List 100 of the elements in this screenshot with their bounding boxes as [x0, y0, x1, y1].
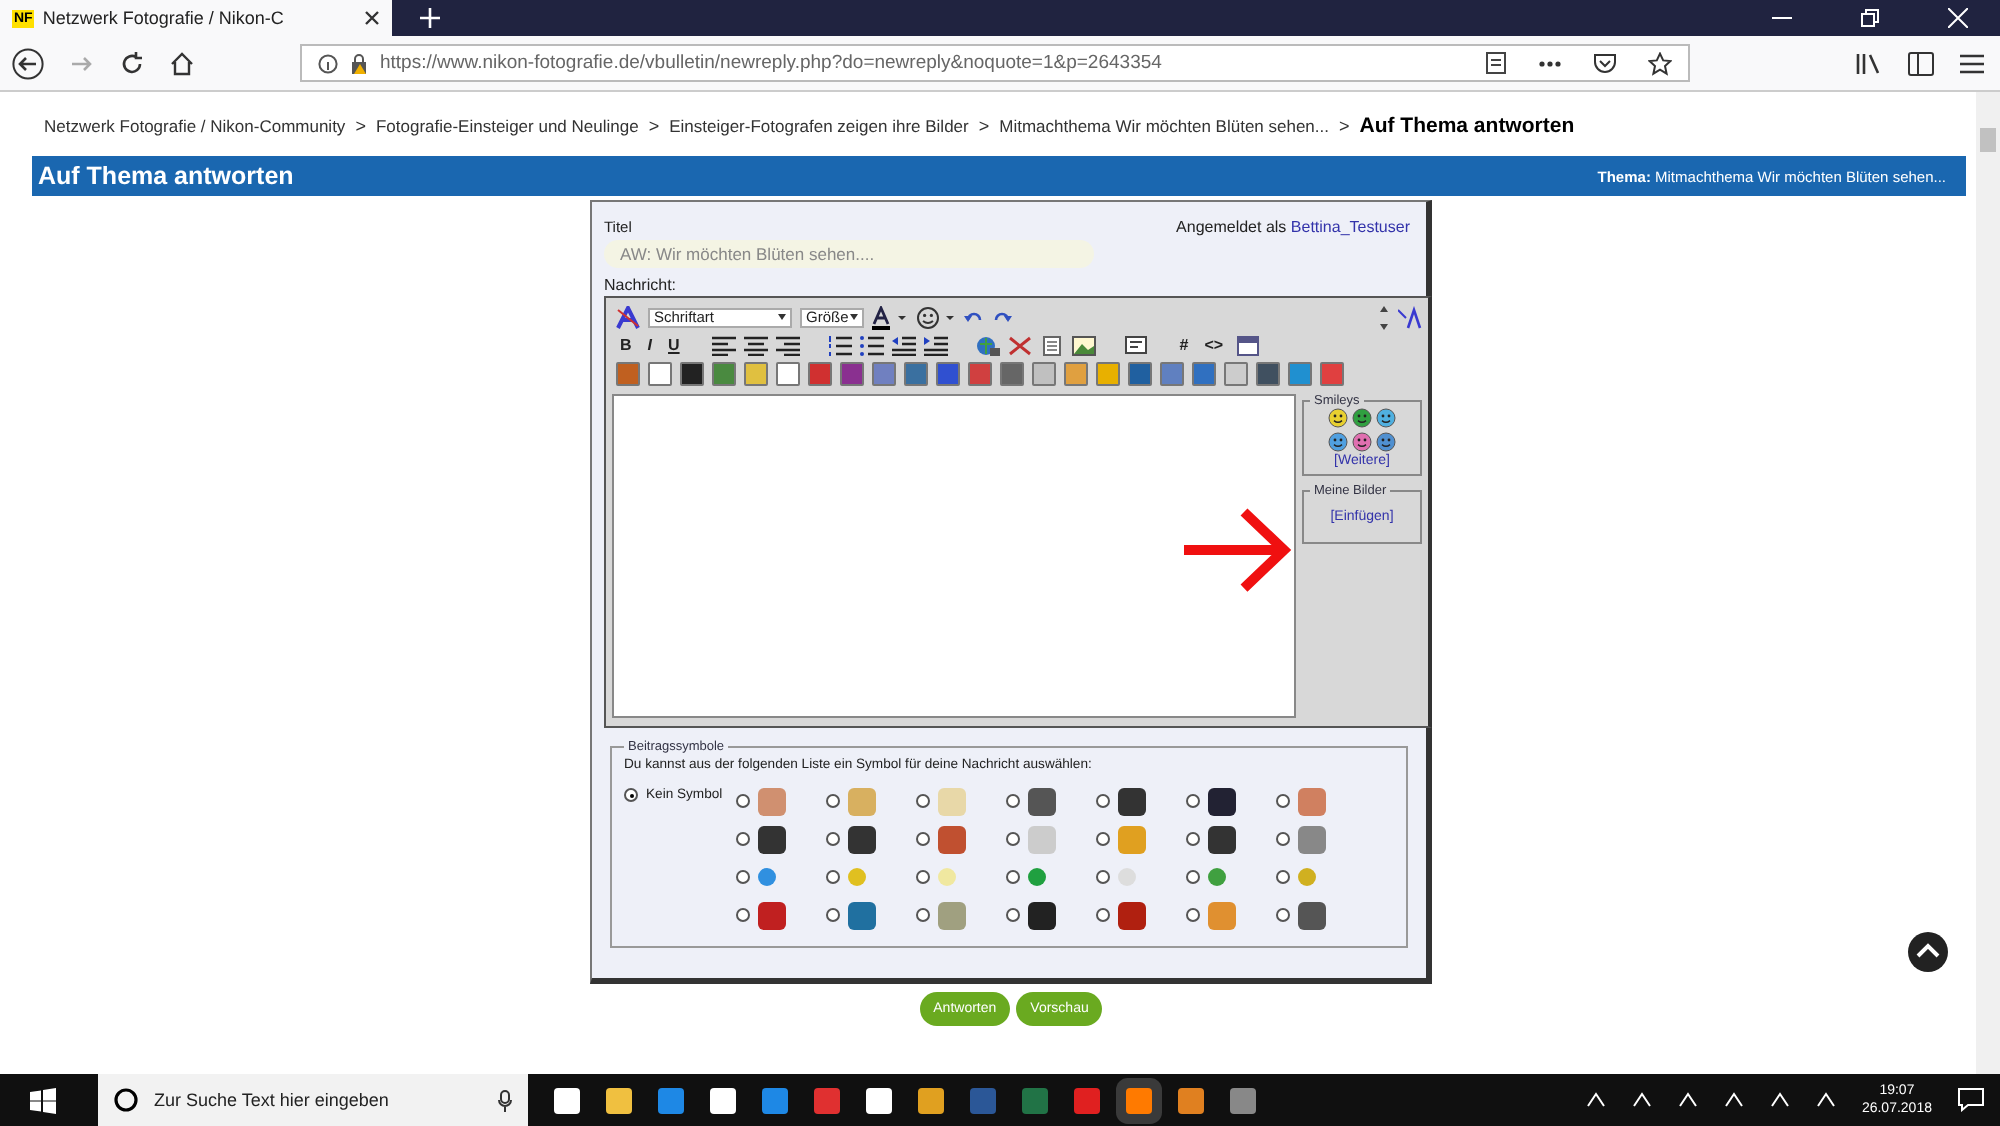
- remove-format-icon[interactable]: [1398, 305, 1422, 329]
- library-icon[interactable]: [1856, 51, 1882, 75]
- radio-button[interactable]: [916, 908, 930, 922]
- undo-icon[interactable]: [964, 307, 984, 327]
- bookmark-star-icon[interactable]: [1648, 51, 1672, 75]
- radio-button[interactable]: [1096, 794, 1110, 808]
- restore-icon[interactable]: [1860, 8, 1880, 28]
- windows-start-icon[interactable]: [30, 1087, 56, 1113]
- radio-button[interactable]: [736, 794, 750, 808]
- code-button[interactable]: #: [1175, 336, 1193, 354]
- radio-button[interactable]: [1276, 908, 1290, 922]
- symbol-icon: [1298, 868, 1316, 886]
- radio-button[interactable]: [1006, 908, 1020, 922]
- radio-button[interactable]: [624, 788, 638, 802]
- back-icon[interactable]: [12, 47, 44, 79]
- radio-button[interactable]: [736, 832, 750, 846]
- smiley-icon[interactable]: [1328, 432, 1348, 452]
- radio-button[interactable]: [826, 832, 840, 846]
- scrollbar[interactable]: [1976, 92, 2000, 1074]
- radio-button[interactable]: [826, 908, 840, 922]
- close-icon[interactable]: [364, 10, 380, 26]
- globe-link-icon[interactable]: [975, 335, 1000, 355]
- radio-button[interactable]: [1186, 870, 1200, 884]
- smiley-icon[interactable]: [1328, 408, 1348, 428]
- more-icon[interactable]: [1538, 59, 1562, 67]
- radio-button[interactable]: [826, 870, 840, 884]
- radio-button[interactable]: [916, 832, 930, 846]
- insert-media-icon[interactable]: [1256, 361, 1280, 385]
- taskbar-search-field[interactable]: Zur Suche Text hier eingeben: [98, 1074, 528, 1126]
- new-tab-icon[interactable]: [420, 8, 440, 28]
- format-button[interactable]: I: [643, 336, 657, 354]
- user-link[interactable]: Bettina_Testuser: [1290, 218, 1410, 236]
- redo-icon[interactable]: [992, 307, 1012, 327]
- radio-button[interactable]: [1276, 832, 1290, 846]
- home-icon[interactable]: [170, 51, 194, 75]
- radio-button[interactable]: [1186, 794, 1200, 808]
- taskbar-app-icon[interactable]: [1178, 1087, 1204, 1113]
- radio-button[interactable]: [826, 794, 840, 808]
- radio-button[interactable]: [1006, 870, 1020, 884]
- radio-button[interactable]: [1186, 832, 1200, 846]
- format-button[interactable]: U: [664, 336, 684, 354]
- radio-button[interactable]: [1096, 908, 1110, 922]
- text-color-icon[interactable]: [872, 305, 908, 329]
- code-button[interactable]: <>: [1200, 336, 1228, 354]
- php-code-icon[interactable]: [1235, 335, 1260, 355]
- message-field[interactable]: [612, 394, 1296, 718]
- taskbar-app-icon[interactable]: [554, 1087, 580, 1113]
- taskbar-app-icon[interactable]: [918, 1087, 944, 1113]
- radio-button[interactable]: [916, 794, 930, 808]
- breadcrumb-link[interactable]: Einsteiger-Fotografen zeigen ihre Bilder: [669, 116, 969, 136]
- smiley-icon[interactable]: [1352, 432, 1372, 452]
- chevron-up-icon[interactable]: [1631, 1090, 1652, 1110]
- info-icon: [318, 53, 338, 73]
- quote-icon[interactable]: [1123, 335, 1148, 355]
- bullet-list-icon[interactable]: [859, 335, 884, 355]
- menu-icon[interactable]: [1960, 53, 1984, 73]
- insert-media-icon[interactable]: [840, 361, 864, 385]
- pocket-icon[interactable]: [1594, 53, 1616, 73]
- radio-button[interactable]: [736, 870, 750, 884]
- format-button[interactable]: B: [616, 336, 636, 354]
- numbered-list-icon[interactable]: [827, 335, 852, 355]
- breadcrumb-link[interactable]: Netzwerk Fotografie / Nikon-Community: [44, 116, 346, 136]
- align-left-icon[interactable]: [711, 335, 736, 355]
- radio-button[interactable]: [1096, 870, 1110, 884]
- symbol-icon: [1028, 901, 1056, 929]
- taskbar-app-icon[interactable]: [710, 1087, 736, 1113]
- radio-button[interactable]: [1276, 794, 1290, 808]
- radio-button[interactable]: [1096, 832, 1110, 846]
- align-center-icon[interactable]: [743, 335, 768, 355]
- image-icon[interactable]: [1071, 335, 1096, 355]
- address-bar[interactable]: https://www.nikon-fotografie.de/vbulletin/newreply.php?do=newreply&noquote=1&p=2643354: [300, 44, 1690, 82]
- outdent-icon[interactable]: [891, 335, 916, 355]
- taskbar-app-icon[interactable]: [866, 1087, 892, 1113]
- radio-button[interactable]: [1006, 832, 1020, 846]
- document-icon[interactable]: [1039, 335, 1064, 355]
- radio-button[interactable]: [916, 870, 930, 884]
- radio-button[interactable]: [1006, 794, 1020, 808]
- notifications-icon[interactable]: [1958, 1088, 1984, 1112]
- radio-button[interactable]: [736, 908, 750, 922]
- resize-icon[interactable]: [1378, 305, 1390, 329]
- symbol-icon: [938, 901, 966, 929]
- radio-button[interactable]: [1276, 870, 1290, 884]
- breadcrumb-link[interactable]: Fotografie-Einsteiger und Neulinge: [375, 116, 639, 136]
- smiley-icon[interactable]: [1376, 432, 1396, 452]
- smiley-icon[interactable]: [1376, 408, 1396, 428]
- font-tool-icon[interactable]: [616, 305, 640, 329]
- symbol-icon: [1298, 787, 1326, 815]
- breadcrumb-link[interactable]: Mitmachthema Wir möchten Blüten sehen...: [999, 116, 1329, 136]
- scroll-to-top-icon[interactable]: [1908, 932, 1948, 972]
- smiley-icon[interactable]: [916, 305, 956, 329]
- unlink-icon[interactable]: [1007, 335, 1032, 355]
- taskbar-app-icon[interactable]: [606, 1087, 632, 1113]
- radio-button[interactable]: [1186, 908, 1200, 922]
- align-right-icon[interactable]: [775, 335, 800, 355]
- reader-view-icon[interactable]: [1486, 52, 1506, 74]
- reload-icon[interactable]: [120, 51, 144, 75]
- smiley-icon[interactable]: [1352, 408, 1372, 428]
- insert-media-icon[interactable]: [680, 361, 704, 385]
- indent-icon[interactable]: [923, 335, 948, 355]
- sidebar-icon[interactable]: [1908, 51, 1934, 75]
